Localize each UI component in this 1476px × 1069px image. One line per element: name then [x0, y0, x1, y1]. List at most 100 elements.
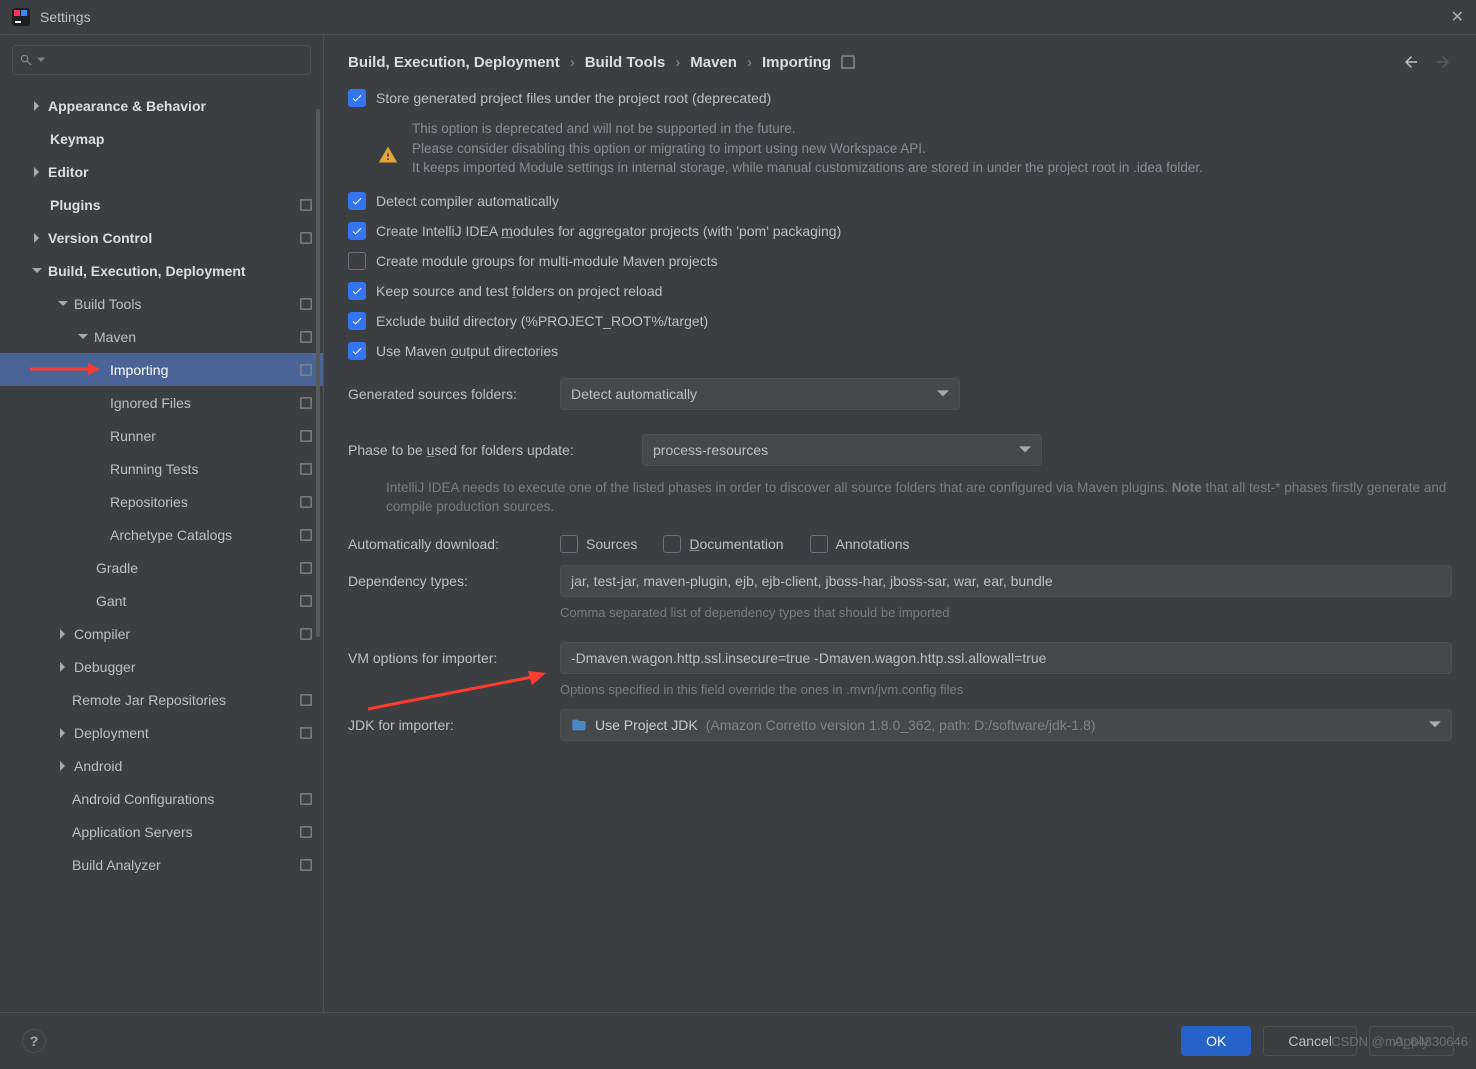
- search-input[interactable]: [12, 45, 311, 75]
- vm-options-input[interactable]: -Dmaven.wagon.http.ssl.insecure=true -Dm…: [560, 642, 1452, 674]
- jdk-select[interactable]: Use Project JDK (Amazon Corretto version…: [560, 709, 1452, 741]
- tree-item-label: Build Analyzer: [72, 857, 299, 873]
- tree-item-android-configurations[interactable]: Android Configurations: [0, 782, 323, 815]
- tree-item-label: Editor: [48, 164, 313, 180]
- module-groups-checkbox[interactable]: [348, 252, 366, 270]
- project-scope-icon: [299, 363, 313, 377]
- tree-item-label: Remote Jar Repositories: [72, 692, 299, 708]
- keep-folders-checkbox[interactable]: [348, 282, 366, 300]
- tree-item-label: Application Servers: [72, 824, 299, 840]
- ok-button[interactable]: OK: [1181, 1026, 1251, 1056]
- project-scope-icon: [299, 627, 313, 641]
- tree-item-label: Android: [74, 758, 313, 774]
- chevron-down-icon: [30, 264, 44, 278]
- tree-item-repositories[interactable]: Repositories: [0, 485, 323, 518]
- keep-folders-label: Keep source and test folders on project …: [376, 283, 662, 299]
- exclude-build-label: Exclude build directory (%PROJECT_ROOT%/…: [376, 313, 708, 329]
- dependency-types-hint: Comma separated list of dependency types…: [560, 605, 1452, 620]
- tree-item-label: Repositories: [110, 494, 299, 510]
- tree-item-importing[interactable]: Importing: [0, 353, 323, 386]
- tree-item-keymap[interactable]: Keymap: [0, 122, 323, 155]
- tree-item-build-analyzer[interactable]: Build Analyzer: [0, 848, 323, 881]
- chevron-down-icon: [56, 297, 70, 311]
- project-scope-icon: [841, 55, 855, 69]
- store-label: Store generated project files under the …: [376, 90, 771, 106]
- breadcrumb-item[interactable]: Build Tools: [585, 54, 666, 71]
- tree-item-gradle[interactable]: Gradle: [0, 551, 323, 584]
- sources-label: Sources: [586, 536, 637, 552]
- project-scope-icon: [299, 726, 313, 740]
- tree-item-compiler[interactable]: Compiler: [0, 617, 323, 650]
- breadcrumb-item[interactable]: Build, Execution, Deployment: [348, 54, 560, 71]
- generated-sources-select[interactable]: Detect automatically: [560, 378, 960, 410]
- tree-item-label: Keymap: [50, 131, 313, 147]
- tree-item-gant[interactable]: Gant: [0, 584, 323, 617]
- watermark: CSDN @m0_64830646: [1331, 1034, 1468, 1049]
- tree-item-ignored-files[interactable]: Ignored Files: [0, 386, 323, 419]
- tree-item-version-control[interactable]: Version Control: [0, 221, 323, 254]
- store-checkbox[interactable]: [348, 89, 366, 107]
- detect-compiler-checkbox[interactable]: [348, 192, 366, 210]
- phase-label: Phase to be used for folders update:: [348, 442, 628, 458]
- chevron-right-icon: [56, 759, 70, 773]
- tree-item-application-servers[interactable]: Application Servers: [0, 815, 323, 848]
- chevron-right-icon: [56, 627, 70, 641]
- aggregator-label: Create IntelliJ IDEA modules for aggrega…: [376, 223, 841, 239]
- scrollbar[interactable]: [316, 109, 320, 637]
- tree-item-label: Runner: [110, 428, 299, 444]
- chevron-right-icon: [30, 165, 44, 179]
- chevron-down-icon: [1429, 719, 1441, 731]
- tree-item-archetype-catalogs[interactable]: Archetype Catalogs: [0, 518, 323, 551]
- project-scope-icon: [299, 693, 313, 707]
- tree-item-label: Gradle: [96, 560, 299, 576]
- tree-item-label: Debugger: [74, 659, 313, 675]
- titlebar: Settings ✕: [0, 0, 1476, 34]
- tree-item-appearance-behavior[interactable]: Appearance & Behavior: [0, 89, 323, 122]
- project-scope-icon: [299, 330, 313, 344]
- close-icon[interactable]: ✕: [1451, 7, 1464, 27]
- tree-item-deployment[interactable]: Deployment: [0, 716, 323, 749]
- chevron-down-icon: [937, 388, 949, 400]
- search-field[interactable]: [49, 52, 304, 69]
- dependency-types-input[interactable]: jar, test-jar, maven-plugin, ejb, ejb-cl…: [560, 565, 1452, 597]
- project-scope-icon: [299, 858, 313, 872]
- tree-item-label: Version Control: [48, 230, 299, 246]
- project-scope-icon: [299, 825, 313, 839]
- tree-item-remote-jar-repositories[interactable]: Remote Jar Repositories: [0, 683, 323, 716]
- tree-item-maven[interactable]: Maven: [0, 320, 323, 353]
- tree-item-build-tools[interactable]: Build Tools: [0, 287, 323, 320]
- jdk-label: JDK for importer:: [348, 717, 546, 733]
- nav-forward-icon: [1434, 53, 1452, 71]
- module-groups-label: Create module groups for multi-module Ma…: [376, 253, 718, 269]
- tree-item-runner[interactable]: Runner: [0, 419, 323, 452]
- project-scope-icon: [299, 594, 313, 608]
- project-scope-icon: [299, 792, 313, 806]
- maven-output-checkbox[interactable]: [348, 342, 366, 360]
- aggregator-checkbox[interactable]: [348, 222, 366, 240]
- tree-item-label: Appearance & Behavior: [48, 98, 313, 114]
- warning-icon: [378, 145, 398, 165]
- project-scope-icon: [299, 561, 313, 575]
- detect-compiler-label: Detect compiler automatically: [376, 193, 559, 209]
- tree-item-label: Gant: [96, 593, 299, 609]
- chevron-down-icon: [37, 56, 45, 64]
- tree-item-plugins[interactable]: Plugins: [0, 188, 323, 221]
- vm-options-hint: Options specified in this field override…: [560, 682, 1452, 697]
- auto-download-label: Automatically download:: [348, 536, 546, 552]
- chevron-right-icon: [30, 99, 44, 113]
- annotations-checkbox[interactable]: [810, 535, 828, 553]
- help-button[interactable]: ?: [22, 1029, 46, 1053]
- tree-item-build-execution-deployment[interactable]: Build, Execution, Deployment: [0, 254, 323, 287]
- exclude-build-checkbox[interactable]: [348, 312, 366, 330]
- phase-select[interactable]: process-resources: [642, 434, 1042, 466]
- tree-item-editor[interactable]: Editor: [0, 155, 323, 188]
- tree-item-running-tests[interactable]: Running Tests: [0, 452, 323, 485]
- nav-back-icon[interactable]: [1402, 53, 1420, 71]
- breadcrumb-item[interactable]: Maven: [690, 54, 737, 71]
- tree-item-label: Ignored Files: [110, 395, 299, 411]
- tree-item-debugger[interactable]: Debugger: [0, 650, 323, 683]
- documentation-checkbox[interactable]: [663, 535, 681, 553]
- annotation-arrow-icon: [368, 671, 548, 711]
- tree-item-android[interactable]: Android: [0, 749, 323, 782]
- sources-checkbox[interactable]: [560, 535, 578, 553]
